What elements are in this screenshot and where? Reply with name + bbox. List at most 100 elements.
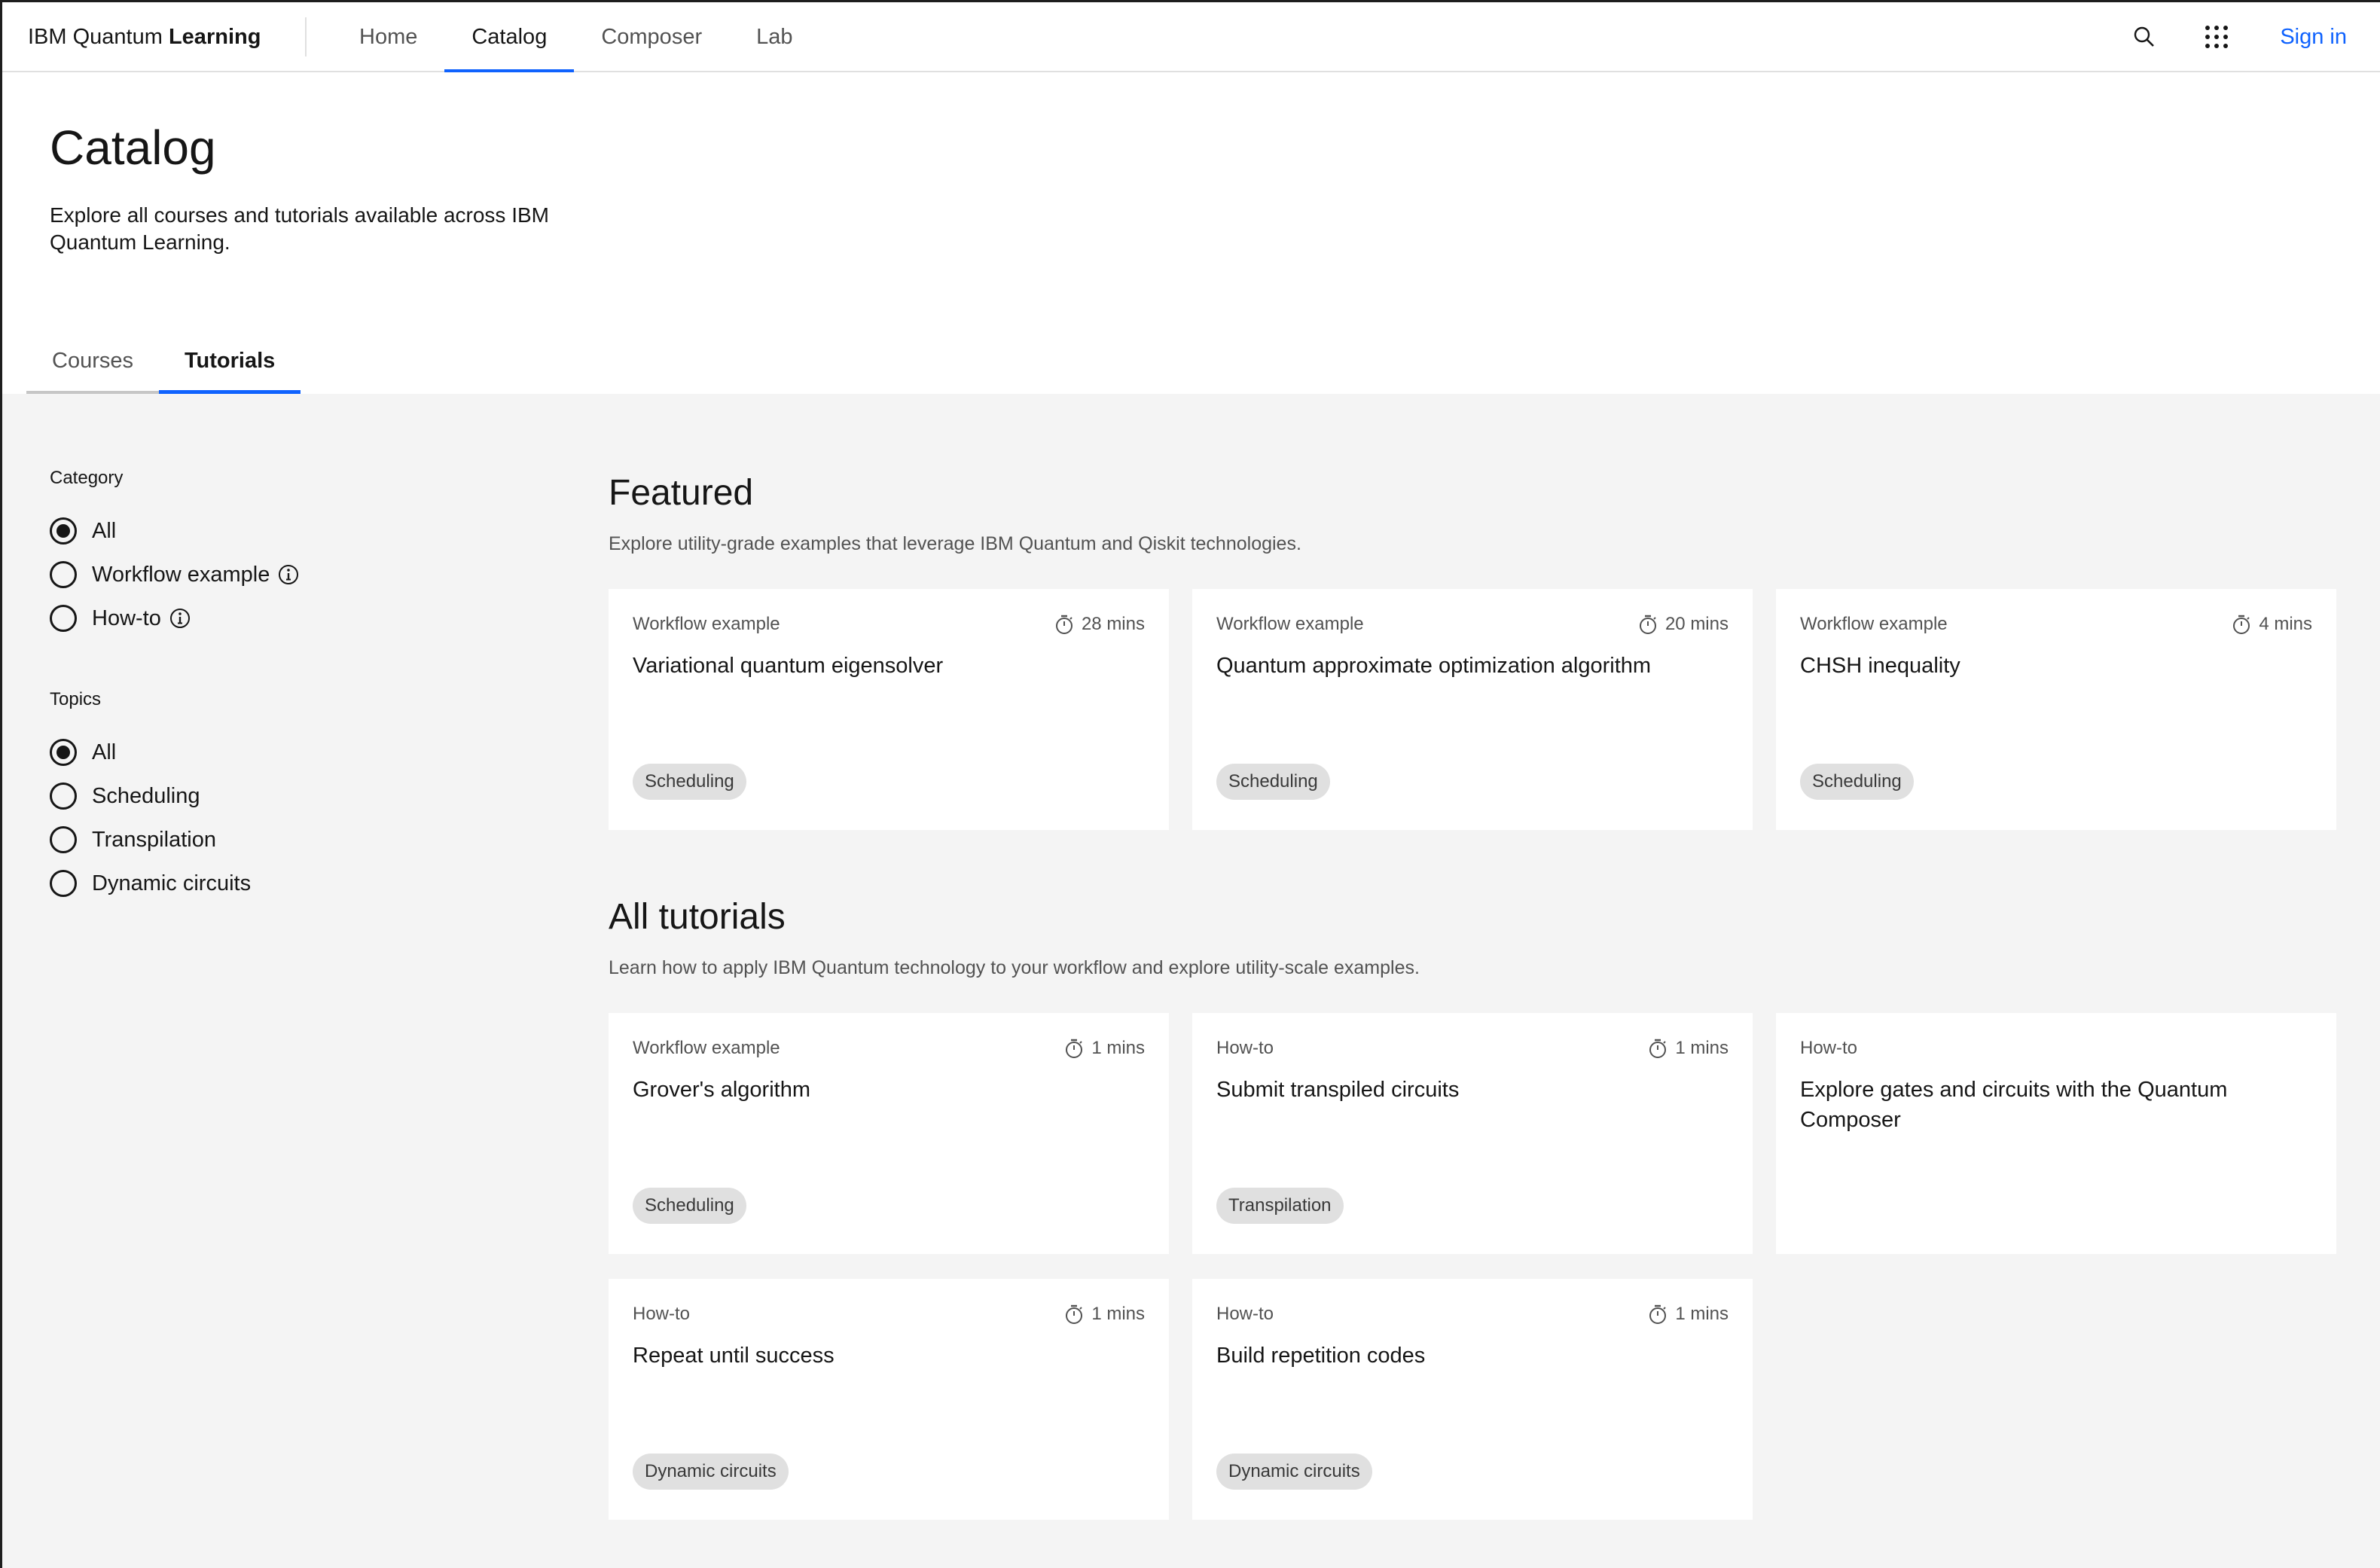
card-title: Variational quantum eigensolver — [633, 654, 944, 678]
card-type: Workflow example — [633, 614, 780, 634]
all-tutorials-grid: Workflow example 1 mins Grover's algorit… — [609, 1013, 2336, 1520]
timer-icon — [1066, 1039, 1083, 1058]
card-type: How-to — [633, 1304, 691, 1324]
category-legend: Category — [50, 468, 124, 488]
app-switcher-icon — [2205, 26, 2228, 48]
nav-catalog[interactable]: Catalog — [444, 2, 575, 74]
card-type: How-to — [1800, 1038, 1858, 1058]
card-type: Workflow example — [633, 1038, 780, 1058]
category-option-all[interactable]: All — [50, 509, 502, 553]
card-type: Workflow example — [1216, 614, 1364, 634]
app-switcher-button[interactable] — [2198, 19, 2235, 55]
tutorial-card[interactable]: Workflow example 1 mins Grover's algorit… — [609, 1013, 1169, 1254]
featured-grid: Workflow example 28 mins Variational qua… — [609, 589, 2336, 830]
radio-button[interactable] — [50, 826, 77, 853]
main-nav: Home Catalog Composer Lab — [332, 2, 820, 74]
card-type: How-to — [1216, 1038, 1274, 1058]
radio-button[interactable] — [50, 605, 77, 632]
topic-tag: Scheduling — [633, 764, 746, 800]
card-title: CHSH inequality — [1800, 654, 1960, 678]
tutorial-card[interactable]: Workflow example 4 mins CHSH inequality … — [1776, 589, 2336, 830]
duration-text: 4 mins — [2259, 614, 2312, 634]
category-option-workflow-example[interactable]: Workflow example — [50, 553, 502, 596]
tutorial-card[interactable]: How-to 1 mins Submit transpiled circuits… — [1192, 1013, 1753, 1254]
tutorial-card[interactable]: Workflow example 20 mins Quantum approxi… — [1192, 589, 1753, 830]
catalog-tabs: Courses Tutorials — [26, 332, 301, 394]
card-duration: 1 mins — [1648, 1304, 1729, 1325]
duration-text: 20 mins — [1664, 614, 1729, 634]
info-icon[interactable] — [277, 563, 300, 586]
page-description: Explore all courses and tutorials availa… — [50, 203, 549, 254]
topic-option-transpilation[interactable]: Transpilation — [50, 818, 502, 862]
tab-tutorials[interactable]: Tutorials — [159, 332, 301, 394]
featured-heading: Featured — [609, 473, 754, 513]
card-title: Submit transpiled circuits — [1216, 1078, 1460, 1102]
duration-text: 1 mins — [1675, 1304, 1729, 1324]
card-duration: 4 mins — [2232, 614, 2312, 635]
topics-filter: Topics All Scheduling Transpilation Dyna… — [50, 688, 502, 905]
info-icon[interactable] — [169, 607, 191, 630]
top-navigation: IBM Quantum Learning Home Catalog Compos… — [2, 2, 2380, 74]
topic-option-all[interactable]: All — [50, 731, 502, 774]
card-title: Build repetition codes — [1216, 1344, 1426, 1368]
topic-tag: Transpilation — [1216, 1188, 1344, 1224]
radio-button[interactable] — [50, 782, 77, 810]
card-duration: 20 mins — [1638, 614, 1729, 635]
card-type: How-to — [1216, 1304, 1274, 1324]
tutorial-card[interactable]: How-to Explore gates and circuits with t… — [1776, 1013, 2336, 1254]
topic-option-scheduling[interactable]: Scheduling — [50, 774, 502, 818]
radio-label: How-to — [92, 606, 161, 630]
radio-button[interactable] — [50, 517, 77, 545]
card-title: Explore gates and circuits with the Quan… — [1800, 1078, 2228, 1132]
search-icon — [2134, 26, 2154, 47]
category-option-how-to[interactable]: How-to — [50, 596, 502, 640]
tutorial-card[interactable]: How-to 1 mins Build repetition codes Dyn… — [1192, 1279, 1753, 1520]
topic-tag: Scheduling — [1800, 764, 1914, 800]
all-tutorials-section: All tutorials Learn how to apply IBM Qua… — [609, 895, 1420, 979]
radio-label: All — [92, 518, 117, 543]
radio-button[interactable] — [50, 739, 77, 766]
page-title: Catalog — [50, 120, 216, 175]
brand-text-bold: Learning — [168, 25, 261, 49]
card-duration: 28 mins — [1054, 614, 1145, 635]
timer-icon — [2233, 615, 2250, 634]
radio-label: Dynamic circuits — [92, 871, 252, 895]
search-button[interactable] — [2126, 19, 2162, 55]
topic-tag: Scheduling — [1216, 764, 1330, 800]
topic-option-dynamic-circuits[interactable]: Dynamic circuits — [50, 862, 502, 905]
filter-sidebar: Category All Workflow example How-to Top… — [50, 467, 502, 953]
duration-text: 1 mins — [1091, 1038, 1145, 1058]
sign-in-link[interactable]: Sign in — [2280, 2, 2347, 72]
radio-button[interactable] — [50, 561, 77, 588]
nav-lab[interactable]: Lab — [729, 2, 819, 72]
card-duration: 1 mins — [1648, 1038, 1729, 1059]
timer-icon — [1055, 615, 1073, 634]
brand-logo[interactable]: IBM Quantum Learning — [28, 2, 261, 72]
radio-label: Workflow example — [92, 562, 270, 587]
nav-composer[interactable]: Composer — [574, 2, 729, 72]
page-header: Catalog Explore all courses and tutorial… — [2, 72, 2380, 394]
radio-label: All — [92, 740, 117, 764]
timer-icon — [1639, 615, 1656, 634]
duration-text: 28 mins — [1081, 614, 1145, 634]
card-title: Quantum approximate optimization algorit… — [1216, 654, 1652, 678]
timer-icon — [1649, 1304, 1667, 1324]
card-title: Grover's algorithm — [633, 1078, 810, 1102]
topic-tag: Scheduling — [633, 1188, 746, 1224]
duration-text: 1 mins — [1091, 1304, 1145, 1324]
all-tutorials-heading: All tutorials — [609, 897, 786, 937]
radio-label: Transpilation — [92, 827, 216, 852]
duration-text: 1 mins — [1675, 1038, 1729, 1058]
category-filter: Category All Workflow example How-to — [50, 467, 502, 640]
tutorial-card[interactable]: Workflow example 28 mins Variational qua… — [609, 589, 1169, 830]
featured-section: Featured Explore utility-grade examples … — [609, 471, 1301, 555]
brand-text: IBM Quantum — [28, 25, 169, 49]
radio-button[interactable] — [50, 870, 77, 897]
tab-courses[interactable]: Courses — [26, 332, 159, 394]
topic-tag: Dynamic circuits — [1216, 1454, 1372, 1490]
header-divider — [305, 17, 307, 56]
card-duration: 1 mins — [1064, 1304, 1145, 1325]
tutorial-card[interactable]: How-to 1 mins Repeat until success Dynam… — [609, 1279, 1169, 1520]
nav-home[interactable]: Home — [332, 2, 444, 72]
featured-subtitle: Explore utility-grade examples that leve… — [609, 533, 1301, 554]
